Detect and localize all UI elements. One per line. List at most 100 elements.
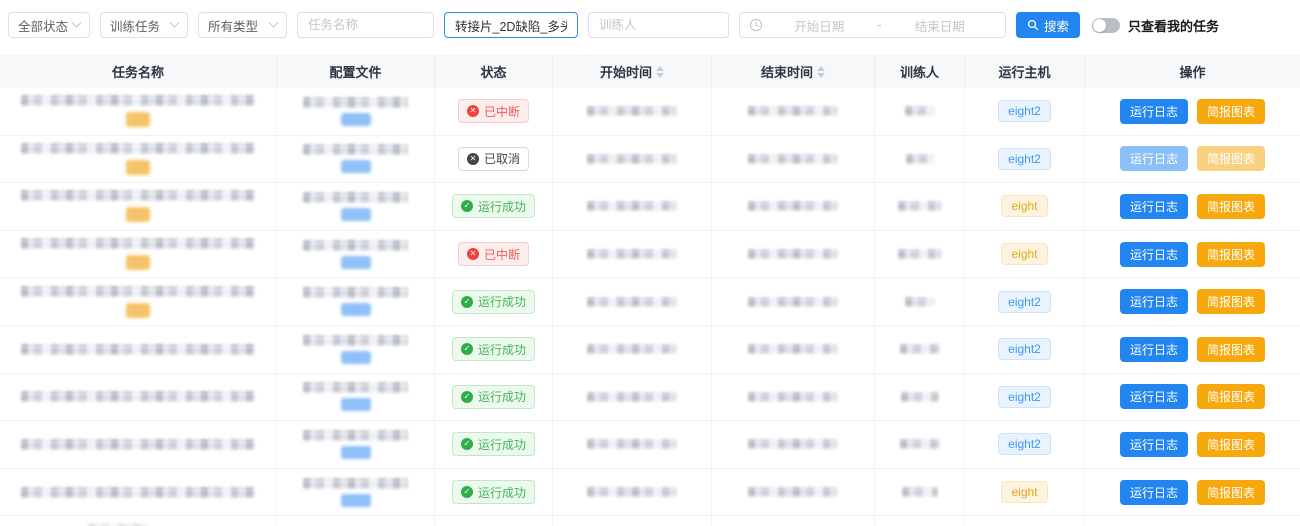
status-cell: ✕ 已中断 <box>435 231 553 279</box>
redacted-trainer <box>901 392 939 402</box>
column-header-end-time[interactable]: 结束时间 <box>712 55 875 88</box>
task-type-filter-select[interactable]: 训练任务 <box>100 12 188 38</box>
redacted-start-time <box>587 344 677 354</box>
report-chart-button[interactable]: 简报图表 <box>1197 242 1265 267</box>
column-label: 开始时间 <box>600 62 652 81</box>
redacted-config-link[interactable] <box>341 446 371 459</box>
host-badge: eight2 <box>998 338 1051 360</box>
task-type-filter-value: 训练任务 <box>110 16 160 35</box>
table-row: ✓ 运行成功 eight2 运行日志 简报图表 <box>0 421 1300 469</box>
trainer-input[interactable] <box>588 12 729 38</box>
config-file-cell <box>277 516 435 526</box>
end-time-cell <box>712 136 875 184</box>
trainer-cell <box>875 278 965 326</box>
report-chart-button[interactable]: 简报图表 <box>1197 480 1265 505</box>
redacted-task-name <box>21 439 255 450</box>
start-time-cell <box>553 136 712 184</box>
task-name-cell <box>0 278 277 326</box>
my-tasks-toggle[interactable] <box>1092 18 1120 33</box>
search-button-label: 搜索 <box>1044 16 1069 35</box>
redacted-end-time <box>748 201 838 211</box>
redacted-start-time <box>587 249 677 259</box>
status-filter-select[interactable]: 全部状态 <box>8 12 90 38</box>
report-chart-button[interactable]: 简报图表 <box>1197 432 1265 457</box>
report-chart-button[interactable]: 简报图表 <box>1197 146 1265 171</box>
status-cell: ✕ 已取消 <box>435 136 553 184</box>
actions-cell: 运行日志 简报图表 <box>1085 88 1300 136</box>
training-task-page: 全部状态 训练任务 所有类型 开始日期 - 结束日期 <box>0 0 1300 526</box>
redacted-task-tag <box>126 255 150 270</box>
redacted-config-link[interactable] <box>341 208 371 221</box>
table-row: ✕ 已中断 eight2 运行日志 简报图表 <box>0 88 1300 136</box>
host-badge: eight2 <box>998 291 1051 313</box>
report-chart-button[interactable]: 简报图表 <box>1197 289 1265 314</box>
report-chart-button[interactable]: 简报图表 <box>1197 194 1265 219</box>
run-log-button[interactable]: 运行日志 <box>1120 384 1188 409</box>
start-time-cell <box>553 183 712 231</box>
search-button[interactable]: 搜索 <box>1016 12 1080 38</box>
chevron-down-icon <box>170 17 180 27</box>
redacted-config-link[interactable] <box>341 494 371 507</box>
redacted-end-time <box>748 344 838 354</box>
redacted-config-name <box>303 144 408 155</box>
task-name-cell <box>0 326 277 374</box>
task-name-cell <box>0 516 277 526</box>
status-cell: ✓ 运行成功 <box>435 421 553 469</box>
model-search-input[interactable] <box>444 12 578 38</box>
run-log-button[interactable]: 运行日志 <box>1120 99 1188 124</box>
redacted-config-link[interactable] <box>341 113 371 126</box>
redacted-config-link[interactable] <box>341 160 371 173</box>
host-cell: eight2 <box>965 88 1085 136</box>
status-badge: ✓ 运行成功 <box>452 385 535 409</box>
config-file-cell <box>277 278 435 326</box>
end-time-cell <box>712 326 875 374</box>
category-filter-select[interactable]: 所有类型 <box>198 12 287 38</box>
redacted-config-link[interactable] <box>341 351 371 364</box>
redacted-config-link[interactable] <box>341 398 371 411</box>
report-chart-button[interactable]: 简报图表 <box>1197 384 1265 409</box>
start-date-placeholder[interactable]: 开始日期 <box>763 16 875 35</box>
column-header-host: 运行主机 <box>965 55 1085 88</box>
redacted-task-tag <box>126 207 150 222</box>
end-date-placeholder[interactable]: 结束日期 <box>884 16 996 35</box>
host-cell: eight2 <box>965 374 1085 422</box>
status-label: 已中断 <box>484 103 520 120</box>
date-range-picker[interactable]: 开始日期 - 结束日期 <box>739 12 1006 38</box>
config-file-cell <box>277 469 435 517</box>
status-label: 运行成功 <box>478 436 526 453</box>
chevron-down-icon <box>269 17 279 27</box>
report-chart-button[interactable]: 简报图表 <box>1197 337 1265 362</box>
column-header-start-time[interactable]: 开始时间 <box>553 55 712 88</box>
redacted-config-link[interactable] <box>341 256 371 269</box>
end-time-cell <box>712 421 875 469</box>
run-log-button[interactable]: 运行日志 <box>1120 289 1188 314</box>
status-icon: ✓ <box>461 200 473 212</box>
run-log-button[interactable]: 运行日志 <box>1120 242 1188 267</box>
start-time-cell <box>553 421 712 469</box>
table-row: ✓ 运行成功 eight2 运行日志 简报图表 <box>0 374 1300 422</box>
actions-cell: 运行日志 简报图表 <box>1085 231 1300 279</box>
host-cell <box>965 516 1085 526</box>
redacted-task-name <box>21 487 255 498</box>
table-row: ✕ 已中断 eight 运行日志 简报图表 <box>0 231 1300 279</box>
report-chart-button[interactable]: 简报图表 <box>1197 99 1265 124</box>
run-log-button[interactable]: 运行日志 <box>1120 146 1188 171</box>
redacted-end-time <box>748 297 838 307</box>
table-row: ✓ 运行成功 eight 运行日志 简报图表 <box>0 183 1300 231</box>
filter-bar: 全部状态 训练任务 所有类型 开始日期 - 结束日期 <box>0 0 1300 42</box>
date-range-separator: - <box>875 18 883 32</box>
sort-caret-icon[interactable] <box>656 66 664 78</box>
run-log-button[interactable]: 运行日志 <box>1120 432 1188 457</box>
run-log-button[interactable]: 运行日志 <box>1120 480 1188 505</box>
run-log-button[interactable]: 运行日志 <box>1120 337 1188 362</box>
status-badge: ✓ 运行成功 <box>452 194 535 218</box>
status-cell <box>435 516 553 526</box>
run-log-button[interactable]: 运行日志 <box>1120 194 1188 219</box>
sort-caret-icon[interactable] <box>817 66 825 78</box>
redacted-end-time <box>748 106 838 116</box>
end-time-cell <box>712 374 875 422</box>
task-name-input[interactable] <box>297 12 434 38</box>
host-cell: eight2 <box>965 136 1085 184</box>
redacted-config-link[interactable] <box>341 303 371 316</box>
column-label: 训练人 <box>900 62 939 81</box>
